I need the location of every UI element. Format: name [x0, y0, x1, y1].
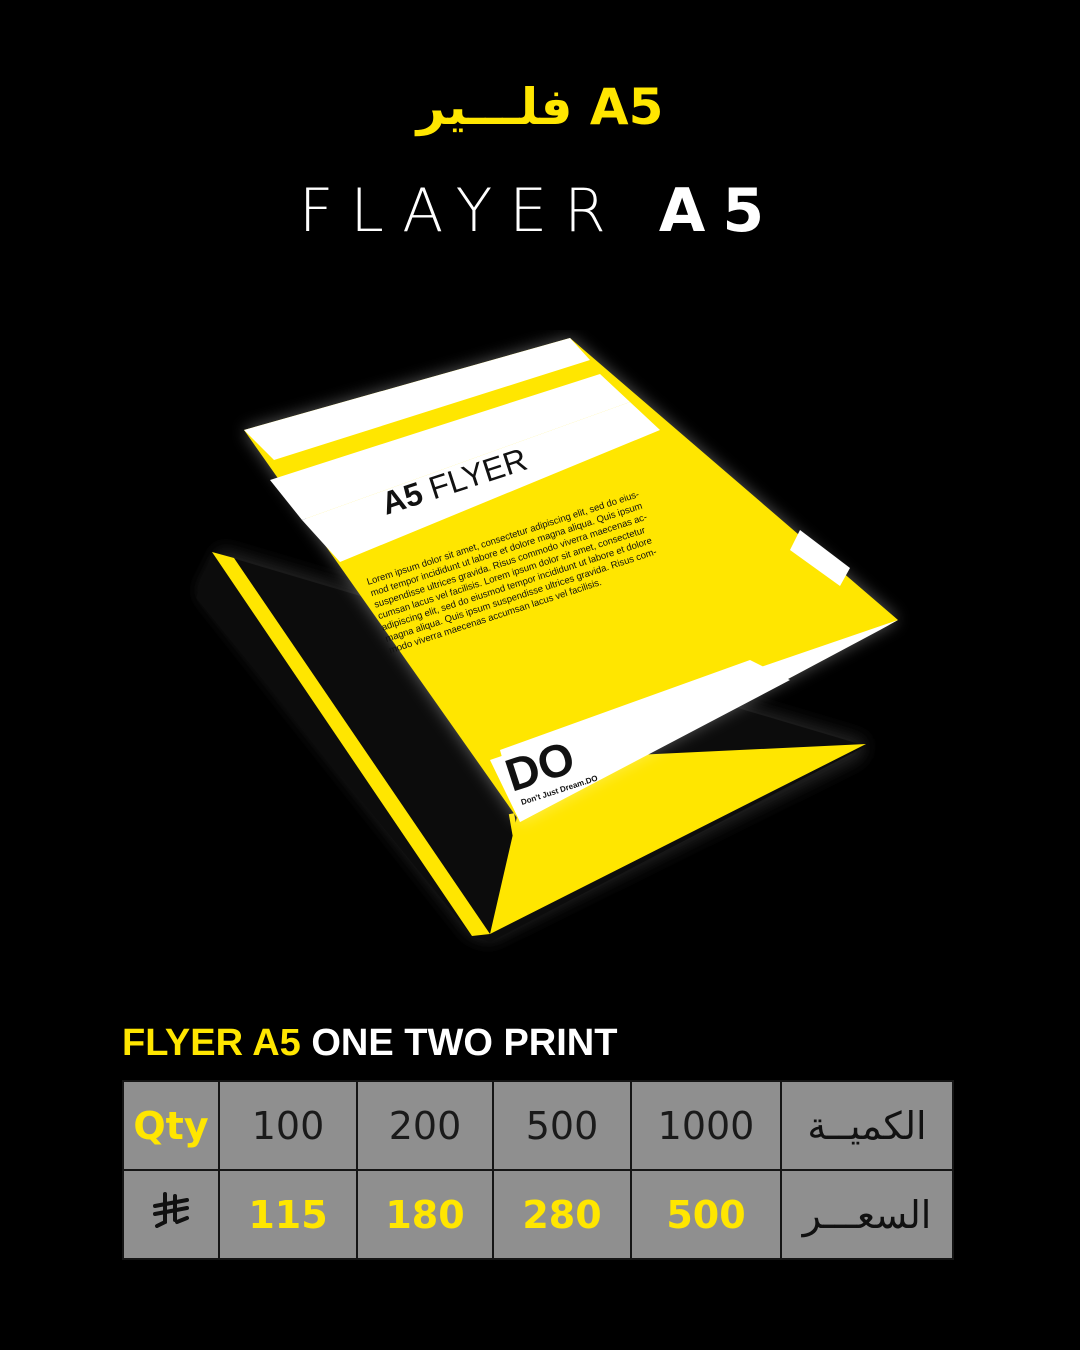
- qty-label: Qty: [122, 1080, 220, 1171]
- qty-label-ar: الكميــة: [780, 1080, 954, 1171]
- price-cell: 500: [630, 1169, 782, 1260]
- quantity-cell: 100: [218, 1080, 358, 1171]
- arabic-title: فلـــير A5: [416, 78, 664, 136]
- price-table: Qty 100 200 500 1000 الكميــة 115 180 28…: [122, 1080, 954, 1260]
- quantity-cell: 500: [492, 1080, 632, 1171]
- quantity-cell: 1000: [630, 1080, 782, 1171]
- riyal-symbol-icon: [153, 1192, 189, 1228]
- title-light: FLAYER: [298, 176, 623, 246]
- price-cell: 180: [356, 1169, 494, 1260]
- price-subheading: FLYER A5 ONE TWO PRINT: [122, 1022, 617, 1065]
- title-bold: A5: [658, 176, 782, 246]
- quantity-row: Qty 100 200 500 1000 الكميــة: [122, 1080, 954, 1171]
- price-cell: 115: [218, 1169, 358, 1260]
- price-label-ar: السعـــر: [780, 1169, 954, 1260]
- english-title: FLAYER A5: [0, 176, 1080, 246]
- quantity-cell: 200: [356, 1080, 494, 1171]
- subheading-accent: FLYER A5: [122, 1022, 301, 1064]
- subheading-rest: ONE TWO PRINT: [311, 1022, 618, 1064]
- currency-cell: [122, 1169, 220, 1260]
- price-cell: 280: [492, 1169, 632, 1260]
- price-row: 115 180 280 500 السعـــر: [122, 1169, 954, 1260]
- flyer-mockup: A5 FLYER A5 FLYER Lorem ipsum dolor sit …: [196, 338, 898, 942]
